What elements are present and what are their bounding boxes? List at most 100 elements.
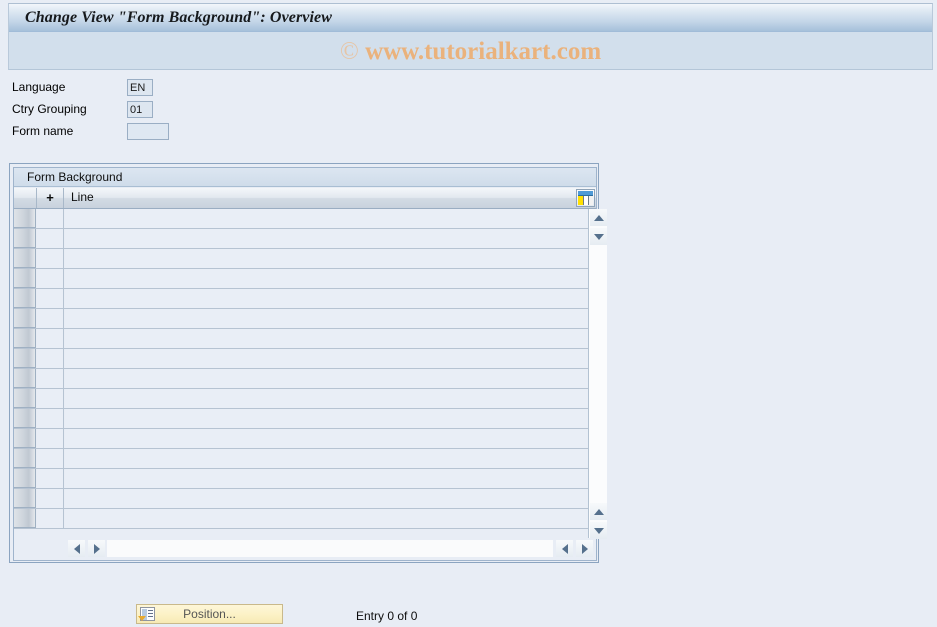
- position-button-label: Position...: [183, 607, 236, 621]
- field-row-language: Language: [9, 77, 169, 99]
- table-caption-bar: Form Background: [14, 168, 596, 187]
- table-settings-icon[interactable]: [576, 189, 595, 207]
- row-line-cell[interactable]: [65, 289, 588, 308]
- table-row[interactable]: [14, 389, 588, 409]
- row-line-cell[interactable]: [65, 369, 588, 388]
- row-select-cell[interactable]: [14, 209, 36, 228]
- row-select-cell[interactable]: [14, 389, 36, 408]
- row-expand-cell[interactable]: [37, 369, 64, 388]
- column-header-expand[interactable]: +: [37, 188, 64, 208]
- row-select-cell[interactable]: [14, 329, 36, 348]
- row-expand-cell[interactable]: [37, 389, 64, 408]
- page-title: Change View "Form Background": Overview: [25, 9, 333, 26]
- table-row[interactable]: [14, 289, 588, 309]
- table-row[interactable]: [14, 329, 588, 349]
- row-expand-cell[interactable]: [37, 489, 64, 508]
- row-expand-cell[interactable]: [37, 229, 64, 248]
- row-select-cell[interactable]: [14, 409, 36, 428]
- language-label: Language: [12, 80, 66, 94]
- row-line-cell[interactable]: [65, 409, 588, 428]
- scroll-up-icon[interactable]: [590, 209, 607, 226]
- table-frame: Form Background + Line: [13, 167, 607, 561]
- horizontal-scrollbar-track[interactable]: [107, 540, 553, 557]
- table-caption: Form Background: [27, 170, 123, 184]
- table-row[interactable]: [14, 309, 588, 329]
- table-row[interactable]: [14, 369, 588, 389]
- row-line-cell[interactable]: [65, 249, 588, 268]
- row-expand-cell[interactable]: [37, 469, 64, 488]
- form-name-field[interactable]: [127, 123, 169, 140]
- watermark-copyright-symbol: ©: [339, 38, 359, 65]
- row-select-cell[interactable]: [14, 309, 36, 328]
- table-body: [14, 209, 588, 539]
- row-select-cell[interactable]: [14, 269, 36, 288]
- table-settings-icon-col3: [589, 196, 593, 205]
- row-line-cell[interactable]: [65, 309, 588, 328]
- row-line-cell[interactable]: [65, 269, 588, 288]
- row-line-cell[interactable]: [65, 449, 588, 468]
- row-expand-cell[interactable]: [37, 289, 64, 308]
- row-expand-cell[interactable]: [37, 409, 64, 428]
- language-field[interactable]: [127, 79, 153, 96]
- form-name-label: Form name: [12, 124, 74, 138]
- row-line-cell[interactable]: [65, 489, 588, 508]
- row-line-cell[interactable]: [65, 429, 588, 448]
- row-line-cell[interactable]: [65, 349, 588, 368]
- scroll-left-icon[interactable]: [68, 540, 85, 557]
- row-select-cell[interactable]: [14, 449, 36, 468]
- row-expand-cell[interactable]: [37, 449, 64, 468]
- row-expand-cell[interactable]: [37, 269, 64, 288]
- row-line-cell[interactable]: [65, 229, 588, 248]
- table-row[interactable]: [14, 209, 588, 229]
- scroll-page-up-icon[interactable]: [590, 503, 607, 520]
- row-select-cell[interactable]: [14, 429, 36, 448]
- table-row[interactable]: [14, 409, 588, 429]
- table-row[interactable]: [14, 489, 588, 509]
- column-header-select[interactable]: [14, 188, 37, 208]
- row-line-cell[interactable]: [65, 389, 588, 408]
- row-line-cell[interactable]: [65, 509, 588, 528]
- scroll-right-icon[interactable]: [88, 540, 105, 557]
- table-row[interactable]: [14, 249, 588, 269]
- row-expand-cell[interactable]: [37, 309, 64, 328]
- row-select-cell[interactable]: [14, 489, 36, 508]
- row-expand-cell[interactable]: [37, 429, 64, 448]
- scroll-page-down-icon[interactable]: [590, 522, 607, 539]
- toolbar-band: © www.tutorialkart.com: [8, 32, 933, 70]
- table-row[interactable]: [14, 349, 588, 369]
- row-select-cell[interactable]: [14, 469, 36, 488]
- horizontal-scrollbar[interactable]: [14, 538, 596, 560]
- table-row[interactable]: [14, 469, 588, 489]
- vertical-scrollbar[interactable]: [588, 209, 607, 539]
- entry-status: Entry 0 of 0: [356, 609, 418, 623]
- row-expand-cell[interactable]: [37, 349, 64, 368]
- row-select-cell[interactable]: [14, 289, 36, 308]
- row-line-cell[interactable]: [65, 329, 588, 348]
- column-header-line[interactable]: Line: [64, 188, 588, 208]
- table-column-header: + Line: [14, 188, 596, 209]
- table-row[interactable]: [14, 429, 588, 449]
- scroll-down-icon[interactable]: [590, 228, 607, 245]
- row-select-cell[interactable]: [14, 349, 36, 368]
- watermark-text: www.tutorialkart.com: [365, 38, 602, 65]
- table-row[interactable]: [14, 509, 588, 529]
- table-row[interactable]: [14, 229, 588, 249]
- row-select-cell[interactable]: [14, 509, 36, 528]
- row-expand-cell[interactable]: [37, 209, 64, 228]
- scroll-page-left-icon[interactable]: [556, 540, 573, 557]
- row-expand-cell[interactable]: [37, 509, 64, 528]
- ctry-grouping-field[interactable]: [127, 101, 153, 118]
- row-expand-cell[interactable]: [37, 249, 64, 268]
- row-line-cell[interactable]: [65, 469, 588, 488]
- row-expand-cell[interactable]: [37, 329, 64, 348]
- row-line-cell[interactable]: [65, 209, 588, 228]
- position-button[interactable]: Position...: [136, 604, 283, 624]
- row-select-cell[interactable]: [14, 369, 36, 388]
- row-select-cell[interactable]: [14, 229, 36, 248]
- scroll-page-right-icon[interactable]: [576, 540, 593, 557]
- table-row[interactable]: [14, 269, 588, 289]
- field-row-ctry-grouping: Ctry Grouping: [9, 99, 169, 121]
- window-title-bar: Change View "Form Background": Overview: [8, 3, 933, 32]
- row-select-cell[interactable]: [14, 249, 36, 268]
- table-row[interactable]: [14, 449, 588, 469]
